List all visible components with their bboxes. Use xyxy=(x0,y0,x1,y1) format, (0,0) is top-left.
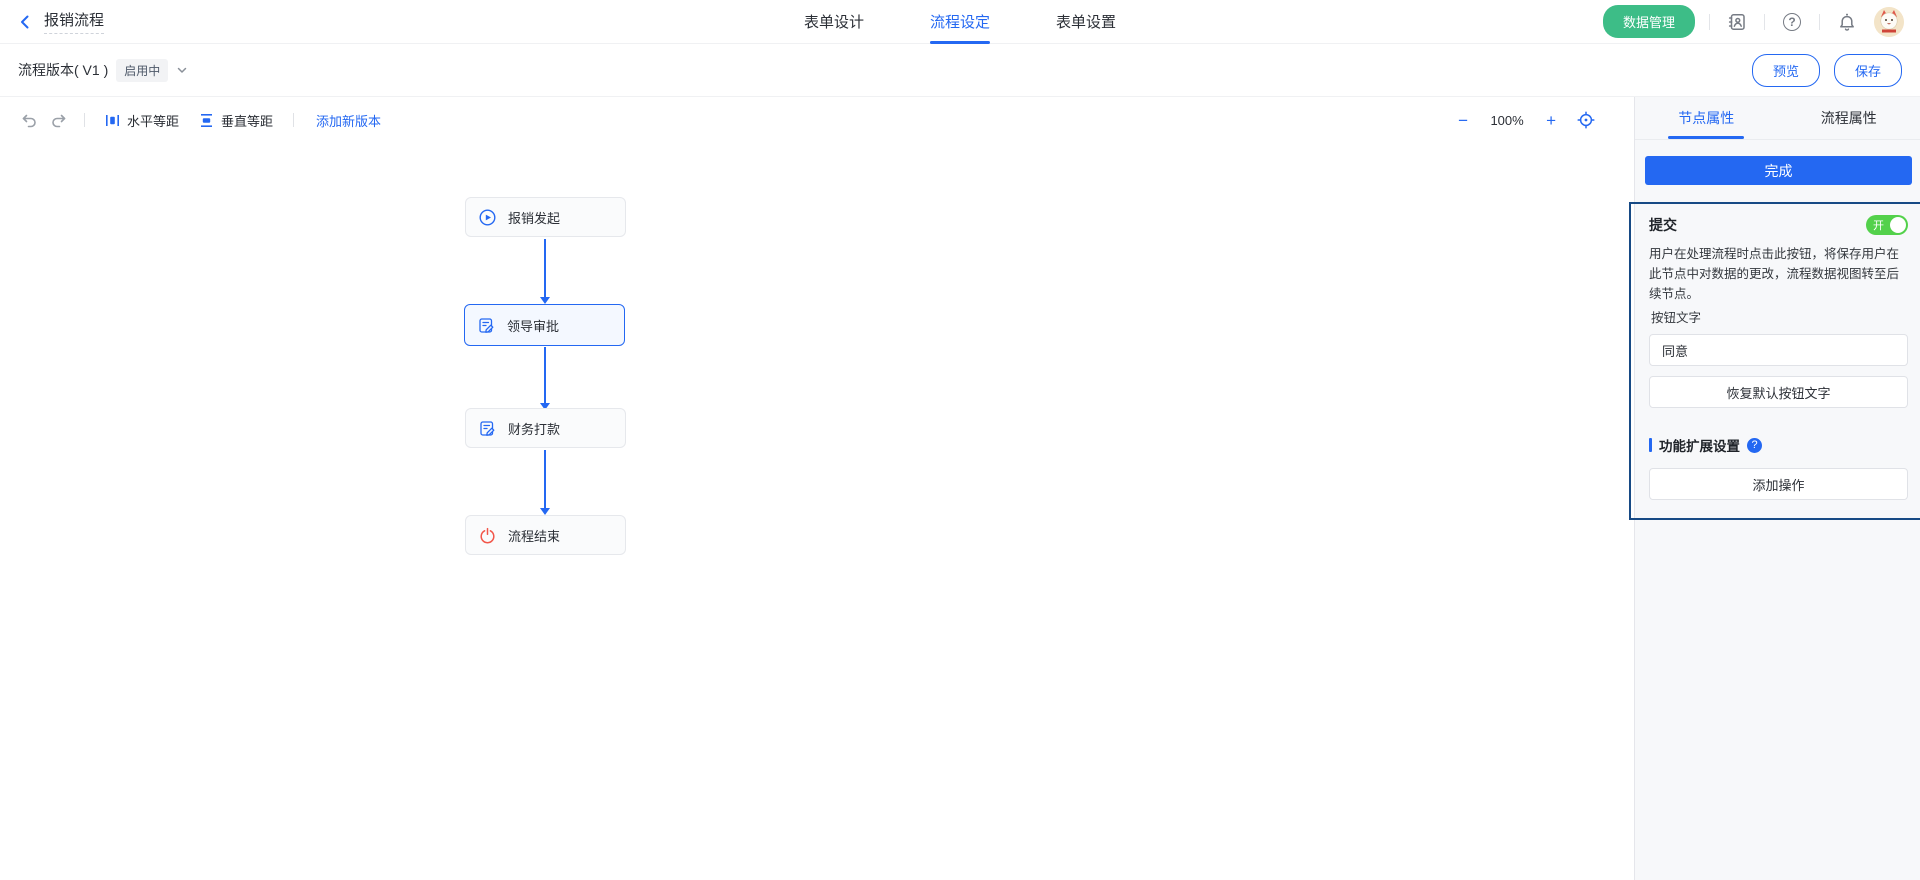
flow-connector[interactable] xyxy=(540,239,550,304)
version-label: 流程版本( V1 ) xyxy=(18,60,108,80)
data-manage-button[interactable]: 数据管理 xyxy=(1603,5,1695,38)
flow-canvas[interactable]: 水平等距 垂直等距 添加新版本 − 100% + 报销发起 xyxy=(0,97,1634,880)
notifications-button[interactable] xyxy=(1834,9,1860,35)
save-button[interactable]: 保存 xyxy=(1834,54,1902,87)
bell-icon xyxy=(1837,12,1857,32)
submit-description: 用户在处理流程时点击此按钮，将保存用户在此节点中对数据的更改，流程数据视图转至后… xyxy=(1649,244,1908,304)
restore-default-text-button[interactable]: 恢复默认按钮文字 xyxy=(1649,376,1908,408)
connector-line xyxy=(544,450,546,508)
approval-icon xyxy=(479,420,496,437)
panel-tabs: 节点属性 流程属性 xyxy=(1635,97,1920,140)
done-button[interactable]: 完成 xyxy=(1645,156,1912,185)
power-icon xyxy=(479,527,496,544)
divider xyxy=(1764,14,1765,30)
divider xyxy=(1709,14,1710,30)
connector-arrowhead xyxy=(540,297,550,304)
zoom-out-button[interactable]: − xyxy=(1458,112,1468,129)
submit-section-title: 提交 xyxy=(1649,215,1677,235)
connector-line xyxy=(544,239,546,297)
top-header: 报销流程 表单设计 流程设定 表单设置 数据管理 ? xyxy=(0,0,1920,44)
fit-view-button[interactable] xyxy=(1576,110,1596,130)
tab-node-properties[interactable]: 节点属性 xyxy=(1635,97,1778,139)
tab-form-design[interactable]: 表单设计 xyxy=(804,0,864,44)
horizontal-spacing-button[interactable]: 水平等距 xyxy=(95,111,189,130)
horizontal-spacing-label: 水平等距 xyxy=(127,111,179,130)
add-version-button[interactable]: 添加新版本 xyxy=(304,111,393,130)
divider xyxy=(1819,14,1820,30)
zoom-level: 100% xyxy=(1488,113,1526,128)
redo-button[interactable] xyxy=(44,105,74,135)
section-accent-bar xyxy=(1649,438,1652,452)
undo-button[interactable] xyxy=(14,105,44,135)
button-text-label: 按钮文字 xyxy=(1649,307,1908,326)
contacts-icon xyxy=(1727,12,1747,32)
version-bar: 流程版本( V1 ) 启用中 预览 保存 xyxy=(0,44,1920,97)
flow-connector[interactable] xyxy=(540,450,550,515)
properties-panel: 节点属性 流程属性 完成 提交 开 用户在处理流程时点击此按钮，将保存用户在此节… xyxy=(1634,97,1920,880)
vertical-spacing-label: 垂直等距 xyxy=(221,111,273,130)
divider xyxy=(84,113,85,127)
vertical-spacing-button[interactable]: 垂直等距 xyxy=(189,111,283,130)
chevron-down-icon xyxy=(176,64,188,76)
canvas-toolbar: 水平等距 垂直等距 添加新版本 − 100% + xyxy=(0,97,1634,143)
help-button[interactable]: ? xyxy=(1779,9,1805,35)
preview-button[interactable]: 预览 xyxy=(1752,54,1820,87)
extension-help-icon[interactable]: ? xyxy=(1747,438,1762,453)
approval-icon xyxy=(478,317,495,334)
avatar-cat-image xyxy=(1874,7,1904,37)
status-badge: 启用中 xyxy=(116,59,168,82)
toggle-knob xyxy=(1890,217,1906,233)
flow-node-leader-approval[interactable]: 领导审批 xyxy=(464,304,625,346)
back-chevron-icon xyxy=(16,13,34,31)
connector-line xyxy=(544,347,546,403)
play-circle-icon xyxy=(479,209,496,226)
back-button[interactable] xyxy=(16,13,34,31)
flow-node-start[interactable]: 报销发起 xyxy=(465,197,626,237)
flow-connector[interactable] xyxy=(540,347,550,410)
submit-toggle[interactable]: 开 xyxy=(1866,215,1908,235)
help-icon: ? xyxy=(1783,13,1801,31)
toggle-on-label: 开 xyxy=(1873,217,1884,233)
crosshair-icon xyxy=(1577,111,1595,129)
node-label: 报销发起 xyxy=(508,208,560,227)
tab-flow-setting[interactable]: 流程设定 xyxy=(930,0,990,44)
redo-icon xyxy=(50,111,68,129)
flow-node-finance-payment[interactable]: 财务打款 xyxy=(465,408,626,448)
extension-section-title: 功能扩展设置 xyxy=(1659,435,1740,455)
connector-arrowhead xyxy=(540,508,550,515)
horizontal-spacing-icon xyxy=(105,113,120,128)
header-tabs: 表单设计 流程设定 表单设置 xyxy=(804,0,1116,44)
tab-form-setting[interactable]: 表单设置 xyxy=(1056,0,1116,44)
zoom-in-button[interactable]: + xyxy=(1546,112,1556,129)
contacts-button[interactable] xyxy=(1724,9,1750,35)
flow-node-end[interactable]: 流程结束 xyxy=(465,515,626,555)
vertical-spacing-icon xyxy=(199,113,214,128)
page-title[interactable]: 报销流程 xyxy=(44,9,104,34)
add-action-button[interactable]: 添加操作 xyxy=(1649,468,1908,500)
divider xyxy=(293,113,294,127)
tab-flow-properties[interactable]: 流程属性 xyxy=(1778,97,1920,139)
version-dropdown-button[interactable] xyxy=(176,64,188,76)
avatar[interactable] xyxy=(1874,7,1904,37)
button-text-input[interactable] xyxy=(1649,334,1908,366)
undo-icon xyxy=(20,111,38,129)
submit-settings-section: 提交 开 用户在处理流程时点击此按钮，将保存用户在此节点中对数据的更改，流程数据… xyxy=(1629,202,1920,520)
node-label: 流程结束 xyxy=(508,526,560,545)
node-label: 财务打款 xyxy=(508,419,560,438)
node-label: 领导审批 xyxy=(507,316,559,335)
